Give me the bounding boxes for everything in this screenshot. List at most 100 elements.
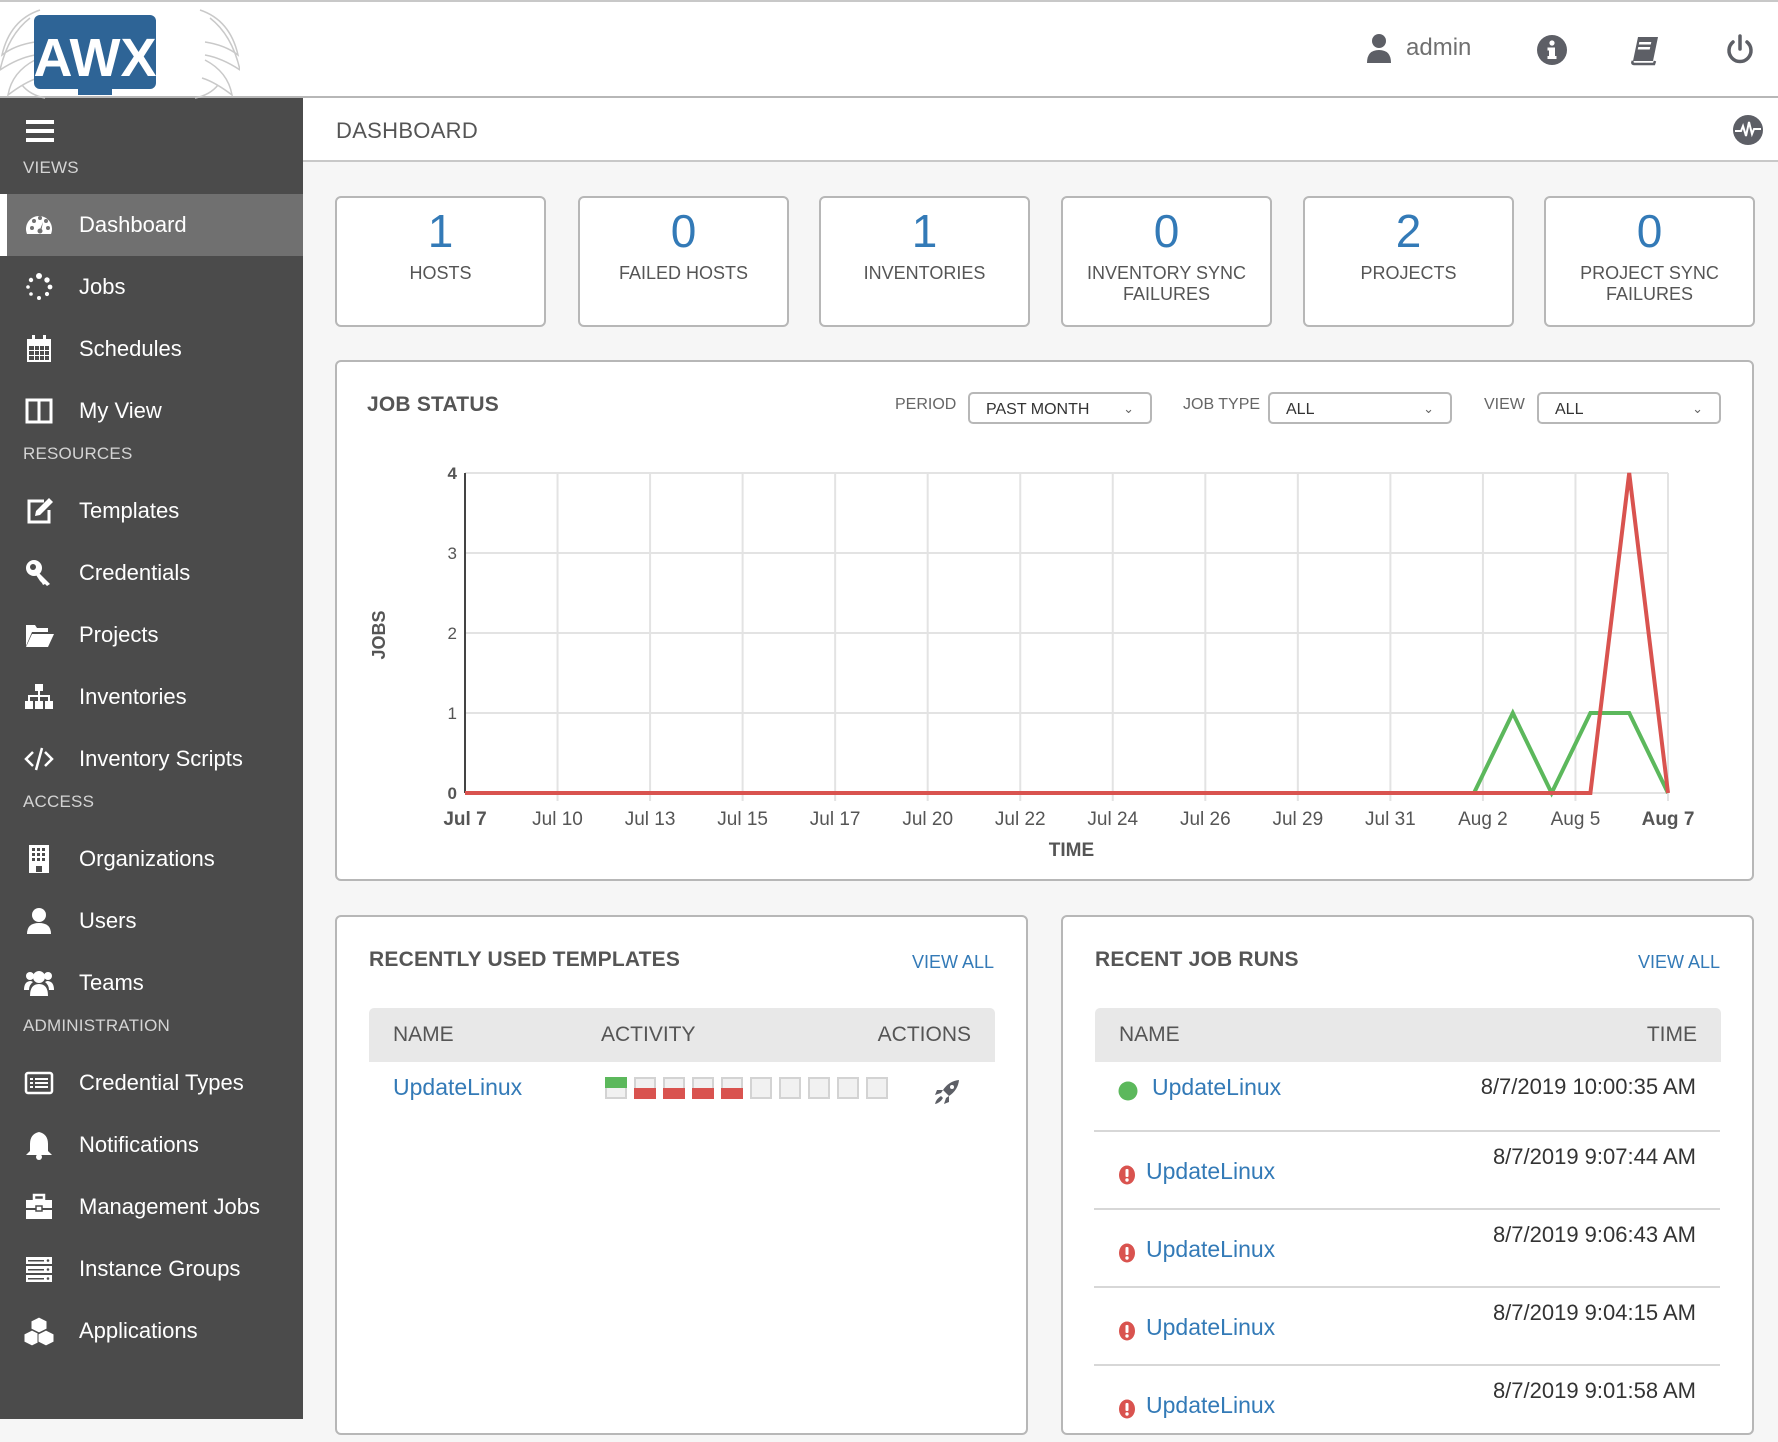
sidebar-item-management-jobs[interactable]: Management Jobs xyxy=(0,1176,303,1238)
activity-stream-icon[interactable] xyxy=(1732,114,1764,146)
job-type-select[interactable]: ALL ⌄ xyxy=(1268,392,1452,424)
x-tick-label: Jul 22 xyxy=(995,809,1046,830)
period-select[interactable]: PAST MONTH⌄ xyxy=(968,392,1152,424)
activity-indicator-failed[interactable] xyxy=(721,1077,743,1099)
sidebar-item-inventory-scripts[interactable]: Inventory Scripts xyxy=(0,728,303,790)
chevron-down-icon: ⌄ xyxy=(1692,401,1703,417)
username[interactable]: admin xyxy=(1406,34,1471,62)
count-card-projects[interactable]: 2 PROJECTS xyxy=(1303,196,1514,327)
sidebar-item-schedules[interactable]: Schedules xyxy=(0,318,303,380)
sidebar-item-label: Inventory Scripts xyxy=(79,746,243,772)
sidebar-item-inventories[interactable]: Inventories xyxy=(0,666,303,728)
awx-logo[interactable]: AWX xyxy=(0,0,240,104)
sidebar-item-label: My View xyxy=(79,398,162,424)
y-tick-label: 2 xyxy=(448,624,457,643)
col-time[interactable]: TIME xyxy=(1647,1023,1697,1047)
count-label: HOSTS xyxy=(337,263,544,284)
sidebar-item-my-view[interactable]: My View xyxy=(0,380,303,442)
count-card-inventories[interactable]: 1 INVENTORIES xyxy=(819,196,1030,327)
page-header: DASHBOARD xyxy=(303,98,1778,162)
sidebar-item-credentials[interactable]: Credentials xyxy=(0,542,303,604)
template-link[interactable]: UpdateLinux xyxy=(393,1074,522,1101)
sidebar-item-templates[interactable]: Templates xyxy=(0,480,303,542)
user-icon xyxy=(1366,32,1392,64)
job-time: 8/7/2019 9:07:44 AM xyxy=(1493,1144,1696,1170)
activity-indicator-failed[interactable] xyxy=(692,1077,714,1099)
sidebar-group-access: ACCESS xyxy=(23,792,94,812)
count-label: FAILED HOSTS xyxy=(580,263,787,284)
y-tick-label: 4 xyxy=(448,464,458,483)
jobs-view-all-link[interactable]: VIEW ALL xyxy=(1638,952,1720,973)
chevron-down-icon: ⌄ xyxy=(1423,401,1434,417)
job-link[interactable]: UpdateLinux xyxy=(1152,1074,1281,1101)
logout-power-icon[interactable] xyxy=(1724,34,1756,66)
x-tick-label: Jul 29 xyxy=(1272,809,1323,830)
job-time: 8/7/2019 10:00:35 AM xyxy=(1481,1074,1696,1100)
activity-indicator-failed[interactable] xyxy=(663,1077,685,1099)
x-tick-label: Jul 31 xyxy=(1365,809,1416,830)
count-card-inventory-sync-failures[interactable]: 0 INVENTORY SYNC FAILURES xyxy=(1061,196,1272,327)
templates-view-all-link[interactable]: VIEW ALL xyxy=(912,952,994,973)
x-tick-label: Jul 17 xyxy=(810,809,861,830)
status-failed-icon xyxy=(1118,1165,1136,1185)
sidebar-item-instance-groups[interactable]: Instance Groups xyxy=(0,1238,303,1300)
activity-indicator-none xyxy=(750,1077,772,1099)
row-divider xyxy=(1094,1286,1720,1288)
sidebar-item-label: Organizations xyxy=(79,846,215,872)
sidebar-item-label: Templates xyxy=(79,498,179,524)
sidebar-item-label: Projects xyxy=(79,622,158,648)
activity-indicator-failed[interactable] xyxy=(634,1077,656,1099)
x-tick-label: Jul 13 xyxy=(625,809,676,830)
job-row: UpdateLinux 8/7/2019 9:07:44 AM xyxy=(1094,1130,1720,1208)
view-select[interactable]: ALL ⌄ xyxy=(1537,392,1721,424)
sidebar-item-applications[interactable]: Applications xyxy=(0,1300,303,1362)
sidebar-item-label: Schedules xyxy=(79,336,182,362)
hamburger-menu-icon[interactable] xyxy=(26,120,54,142)
job-status-chart: 01234Jul 7Jul 10Jul 13Jul 15Jul 17Jul 20… xyxy=(335,440,1754,880)
sidebar-item-credential-types[interactable]: Credential Types xyxy=(0,1052,303,1114)
sidebar-item-projects[interactable]: Projects xyxy=(0,604,303,666)
sitemap-icon xyxy=(24,682,54,712)
sidebar-group-administration: ADMINISTRATION xyxy=(23,1016,170,1036)
job-row: UpdateLinux8/7/2019 9:01:58 AM xyxy=(1094,1364,1720,1442)
user-menu[interactable]: admin xyxy=(1366,32,1471,64)
docs-book-icon[interactable] xyxy=(1629,34,1661,66)
jobs-spinner-icon xyxy=(24,272,54,302)
templates-table-header: NAME ACTIVITY ACTIONS xyxy=(369,1008,995,1062)
job-link[interactable]: UpdateLinux xyxy=(1146,1236,1275,1263)
sidebar-item-dashboard[interactable]: Dashboard xyxy=(0,194,303,256)
count-label: INVENTORIES xyxy=(821,263,1028,284)
list-alt-icon xyxy=(24,1068,54,1098)
job-type-label: JOB TYPE xyxy=(1183,396,1260,414)
job-type-value: ALL xyxy=(1286,401,1314,418)
count-card-project-sync-failures[interactable]: 0 PROJECT SYNC FAILURES xyxy=(1544,196,1755,327)
briefcase-icon xyxy=(24,1192,54,1222)
status-failed-icon xyxy=(1118,1321,1136,1341)
count-label: INVENTORY SYNC FAILURES xyxy=(1063,263,1270,305)
rocket-launch-icon[interactable] xyxy=(933,1078,961,1106)
sidebar-item-notifications[interactable]: Notifications xyxy=(0,1114,303,1176)
cubes-icon xyxy=(24,1316,54,1346)
jobs-table-header: NAME TIME xyxy=(1095,1008,1721,1062)
sidebar-group-views: VIEWS xyxy=(23,158,79,178)
count-card-failed-hosts[interactable]: 0 FAILED HOSTS xyxy=(578,196,789,327)
info-icon[interactable] xyxy=(1536,34,1568,66)
col-name[interactable]: NAME xyxy=(1119,1023,1180,1047)
view-value: ALL xyxy=(1555,401,1583,418)
sidebar-item-teams[interactable]: Teams xyxy=(0,952,303,1014)
job-link[interactable]: UpdateLinux xyxy=(1146,1314,1275,1341)
dashboard-icon xyxy=(24,210,54,240)
col-name[interactable]: NAME xyxy=(393,1023,454,1047)
x-tick-label: Aug 2 xyxy=(1458,809,1508,830)
sidebar-item-organizations[interactable]: Organizations xyxy=(0,828,303,890)
count-card-hosts[interactable]: 1 HOSTS xyxy=(335,196,546,327)
status-failed-icon xyxy=(1118,1399,1136,1419)
activity-indicator-success[interactable] xyxy=(605,1077,627,1099)
job-link[interactable]: UpdateLinux xyxy=(1146,1158,1275,1185)
sidebar-item-label: Management Jobs xyxy=(79,1194,260,1220)
x-tick-label: Jul 20 xyxy=(902,809,953,830)
job-link[interactable]: UpdateLinux xyxy=(1146,1392,1275,1419)
row-divider xyxy=(1094,1208,1720,1210)
sidebar-item-jobs[interactable]: Jobs xyxy=(0,256,303,318)
sidebar-item-users[interactable]: Users xyxy=(0,890,303,952)
